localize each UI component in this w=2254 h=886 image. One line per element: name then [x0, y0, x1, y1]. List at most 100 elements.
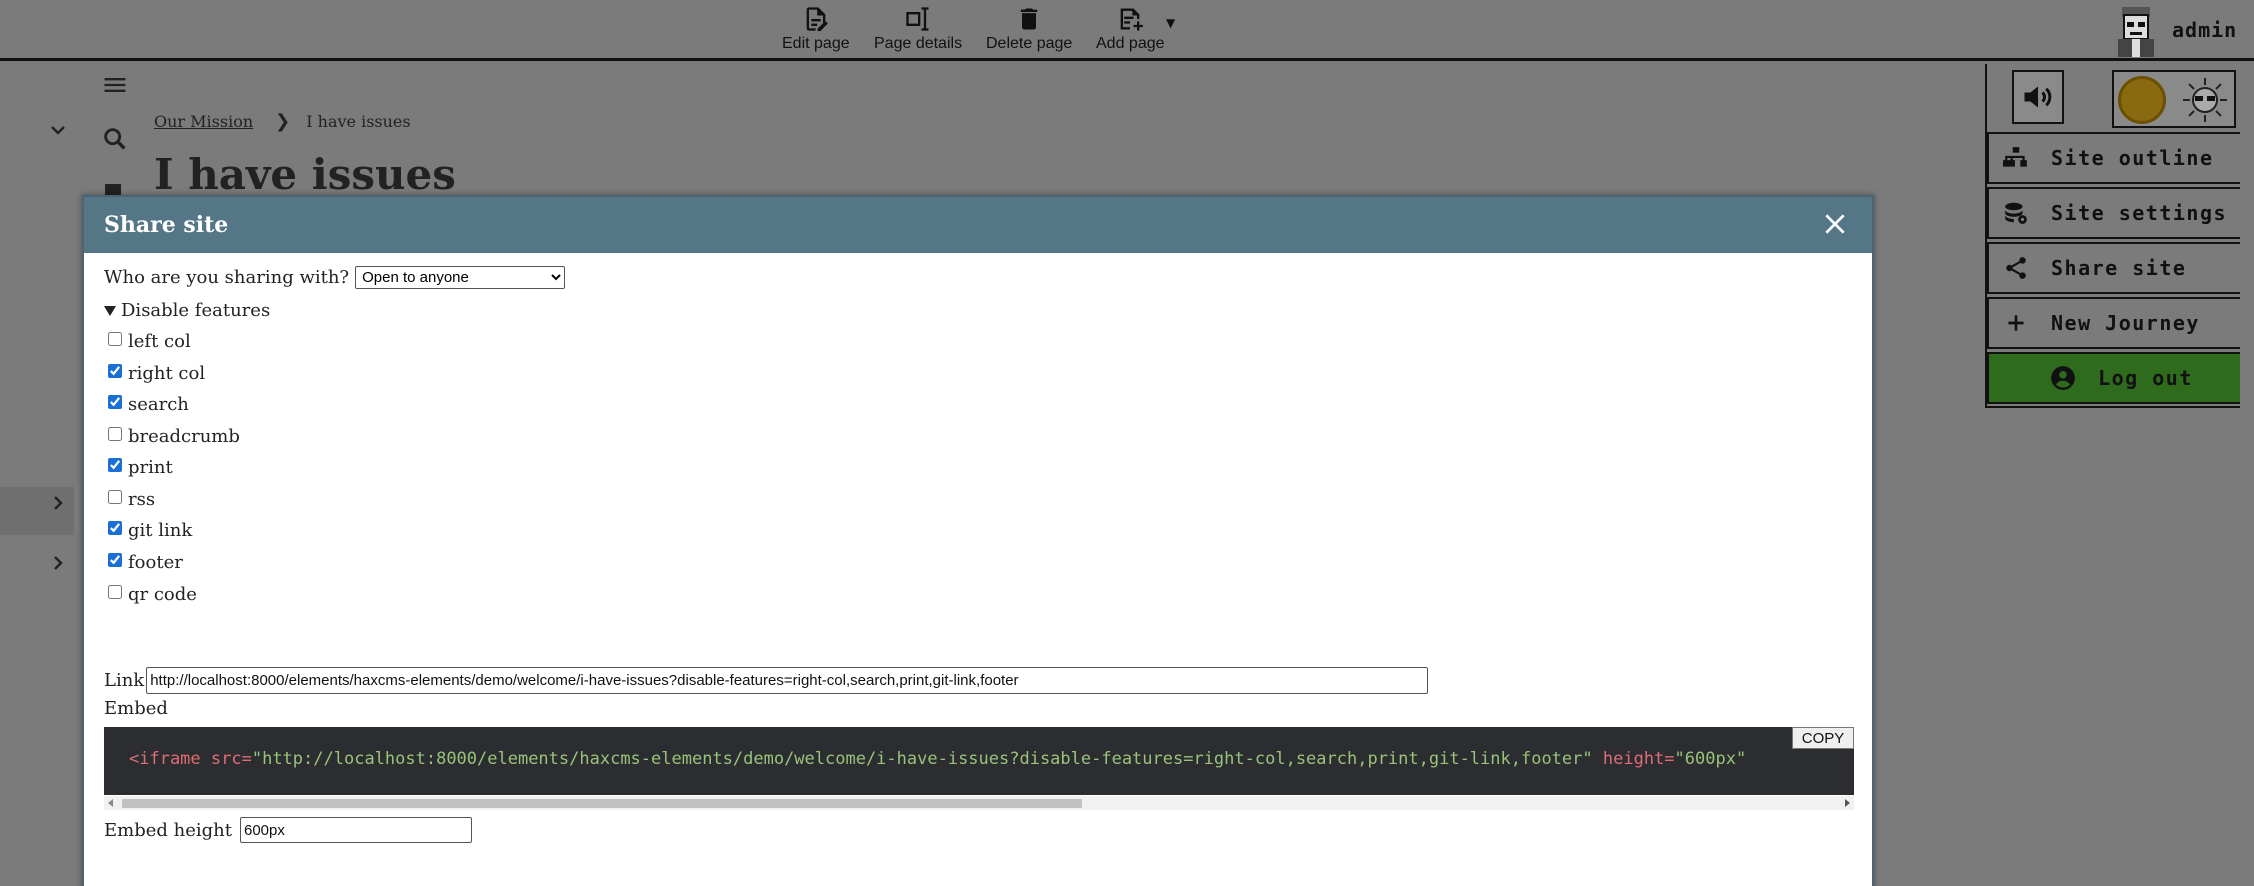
edit-page-button[interactable]: Edit page [782, 5, 850, 53]
sharing-row: Who are you sharing with? Open to anyone [104, 266, 566, 289]
breadcrumb: Our Mission ❯ I have issues [154, 111, 411, 132]
feature-label: print [128, 457, 173, 478]
scroll-right-icon[interactable] [1845, 799, 1850, 807]
feature-label: left col [128, 331, 191, 352]
plus-icon [2008, 315, 2024, 331]
site-settings-label: Site settings [2051, 201, 2228, 225]
share-site-label: Share site [2051, 256, 2187, 280]
disable-features-label: Disable features [121, 300, 271, 321]
scrollbar-thumb[interactable] [122, 799, 1082, 808]
trash-icon [1020, 8, 1038, 30]
feature-label: breadcrumb [128, 426, 240, 447]
checkbox-search[interactable] [108, 394, 122, 409]
checkbox-git-link[interactable] [108, 520, 122, 535]
feature-checkbox-qr-code[interactable]: qr code [108, 584, 197, 605]
embed-code-line: <iframe src="http://localhost:8000/eleme… [129, 749, 1746, 769]
add-page-label: Add page [1096, 35, 1165, 52]
page-details-button[interactable]: Page details [874, 5, 962, 53]
feature-label: footer [128, 552, 183, 573]
new-journey-label: New Journey [2051, 311, 2200, 335]
breadcrumb-current: I have issues [306, 112, 411, 131]
feature-checkbox-left-col[interactable]: left col [108, 331, 191, 352]
new-journey-button[interactable]: New Journey [1987, 297, 2254, 349]
breadcrumb-separator-icon: ❯ [275, 111, 291, 132]
code-tag: <iframe [129, 749, 201, 769]
feature-checkbox-right-col[interactable]: right col [108, 363, 205, 384]
site-settings-button[interactable]: Site settings [1987, 187, 2254, 239]
search-icon[interactable] [101, 125, 129, 153]
close-icon[interactable] [1822, 211, 1848, 237]
toggle-knob [2118, 76, 2166, 124]
scroll-left-icon[interactable] [108, 799, 113, 807]
code-attr-height: height= [1602, 749, 1675, 769]
embed-code-scrollbar[interactable] [104, 796, 1854, 810]
sitemap-icon [2003, 147, 2027, 167]
top-toolbar: Edit page Page details Delete page Add p… [0, 0, 2254, 61]
checkbox-footer[interactable] [108, 552, 122, 567]
feature-label: rss [128, 489, 156, 510]
menu-icon[interactable] [101, 71, 129, 99]
share-site-dialog: Share site Who are you sharing with? Ope… [82, 195, 1874, 886]
disable-features-summary[interactable]: Disable features [104, 300, 270, 321]
sun-icon [2183, 78, 2227, 122]
chevron-right-icon[interactable] [46, 491, 70, 515]
share-icon [2006, 257, 2026, 279]
link-label: Link [104, 670, 145, 691]
feature-checkbox-search[interactable]: search [108, 394, 189, 415]
settings-stack-icon [2005, 202, 2027, 224]
feature-label: git link [128, 520, 193, 541]
page-scrollbar[interactable] [2240, 64, 2254, 886]
site-outline-label: Site outline [2051, 146, 2214, 170]
embed-height-row: Embed height [104, 817, 472, 843]
page-title: I have issues [154, 150, 456, 199]
feature-label: right col [128, 363, 206, 384]
embed-height-input[interactable] [239, 817, 472, 843]
account-circle-icon [2051, 366, 2076, 390]
print-icon[interactable] [101, 182, 125, 196]
edit-page-icon [806, 7, 828, 32]
checkbox-rss[interactable] [108, 489, 122, 504]
site-outline-button[interactable]: Site outline [1987, 132, 2254, 184]
dark-mode-toggle[interactable] [2112, 70, 2236, 128]
delete-page-label: Delete page [986, 35, 1073, 52]
edit-page-label: Edit page [782, 35, 850, 52]
feature-checkbox-footer[interactable]: footer [108, 552, 183, 573]
sharing-select[interactable]: Open to anyone [355, 266, 566, 289]
chevron-right-icon[interactable] [46, 551, 70, 575]
add-page-dropdown-caret[interactable]: ▼ [1166, 16, 1175, 30]
checkbox-left-col[interactable] [108, 331, 122, 346]
embed-code-block[interactable]: <iframe src="http://localhost:8000/eleme… [104, 727, 1854, 795]
checkbox-right-col[interactable] [108, 363, 122, 378]
sharing-label: Who are you sharing with? [104, 267, 350, 288]
log-out-label: Log out [2098, 366, 2193, 390]
user-name[interactable]: admin [2172, 18, 2237, 42]
share-link-input[interactable] [146, 667, 1429, 694]
code-value-src: "http://localhost:8000/elements/haxcms-e… [251, 749, 1593, 769]
feature-checkbox-print[interactable]: print [108, 457, 173, 478]
sound-toggle-button[interactable] [2012, 70, 2064, 124]
add-page-button[interactable]: Add page [1096, 5, 1165, 53]
embed-height-label: Embed height [104, 819, 232, 841]
feature-label: qr code [128, 584, 197, 605]
checkbox-breadcrumb[interactable] [108, 426, 122, 441]
page-details-icon [906, 7, 929, 31]
delete-page-button[interactable]: Delete page [986, 5, 1072, 53]
chevron-down-icon[interactable] [46, 118, 70, 142]
embed-label: Embed [104, 698, 168, 719]
left-column [0, 64, 74, 886]
checkbox-qr-code[interactable] [108, 584, 122, 599]
feature-checkbox-rss[interactable]: rss [108, 489, 155, 510]
link-row: Link [104, 667, 1429, 694]
code-value-height: "600px" [1674, 749, 1747, 769]
code-attr-src: src= [210, 749, 252, 769]
volume-icon [2024, 86, 2052, 108]
share-site-button[interactable]: Share site [1987, 242, 2254, 294]
add-page-icon [1120, 8, 1144, 31]
copy-button[interactable]: COPY [1792, 727, 1854, 749]
feature-checkbox-breadcrumb[interactable]: breadcrumb [108, 426, 240, 447]
log-out-button[interactable]: Log out [1987, 352, 2254, 404]
breadcrumb-link-parent[interactable]: Our Mission [154, 112, 253, 131]
feature-checkbox-git-link[interactable]: git link [108, 520, 192, 541]
user-avatar[interactable] [2112, 3, 2160, 57]
checkbox-print[interactable] [108, 457, 122, 472]
